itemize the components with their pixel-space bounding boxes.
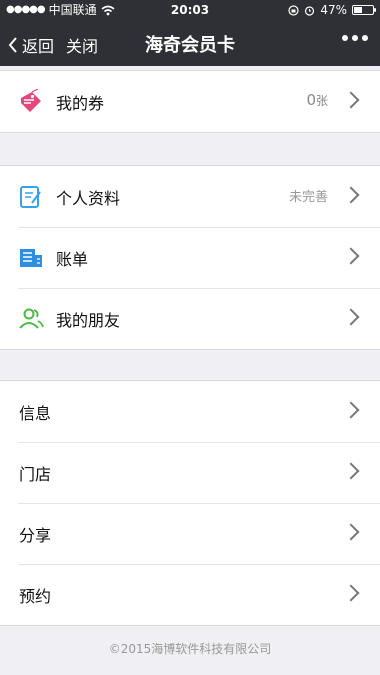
page-title: 海奇会员卡 — [145, 35, 235, 56]
list-item-label: 账单 — [56, 250, 89, 269]
list-item-friends[interactable]: 我的朋友 — [0, 288, 380, 349]
list-item-label: 我的朋友 — [56, 311, 121, 330]
list-item-booking[interactable]: 预约 — [0, 564, 380, 625]
friends-icon — [19, 308, 44, 329]
list-item-stores[interactable]: 门店 — [0, 442, 380, 503]
coupon-count: 0张 — [306, 91, 328, 109]
copyright-footer: ©2015海博软件科技有限公司 — [108, 642, 272, 656]
coupon-section: 我的券 0张 — [0, 70, 380, 133]
battery-percent: 47% — [320, 3, 347, 17]
battery-icon — [352, 5, 376, 15]
info-section: 信息 门店 分享 预约 — [0, 380, 380, 626]
list-item-info[interactable]: 信息 — [0, 381, 380, 442]
coupon-tag-icon — [21, 89, 41, 112]
chevron-right-icon — [342, 401, 360, 419]
list-item-label: 分享 — [19, 526, 52, 545]
profile-notepad-icon — [20, 186, 41, 208]
rotation-lock-icon — [288, 4, 299, 16]
list-item-coupons[interactable]: 我的券 0张 — [0, 71, 380, 132]
chevron-right-icon — [342, 584, 360, 602]
list-item-label: 信息 — [19, 404, 52, 423]
chevron-right-icon — [342, 91, 360, 109]
battery-fill — [354, 7, 362, 13]
profile-status: 未完善 — [288, 190, 328, 205]
alarm-icon — [305, 5, 315, 16]
list-item-share[interactable]: 分享 — [0, 503, 380, 564]
chevron-right-icon — [342, 186, 360, 204]
profile-section: 个人资料 未完善 账单 我的朋友 — [0, 165, 380, 350]
chevron-right-icon — [342, 247, 360, 265]
chevron-right-icon — [342, 462, 360, 480]
list-item-label: 门店 — [19, 465, 52, 484]
chevron-right-icon — [342, 523, 360, 541]
nav-bar: 返回 关闭 海奇会员卡 — [0, 20, 380, 66]
coupon-count-unit: 张 — [315, 94, 328, 108]
bill-building-icon — [20, 249, 42, 267]
list-item-bills[interactable]: 账单 — [0, 227, 380, 288]
coupon-count-value: 0 — [306, 91, 316, 109]
status-bar: ●●●●● 中国联通 20:03 47% — [0, 0, 380, 20]
more-dots-icon[interactable] — [342, 35, 368, 41]
chevron-right-icon — [342, 308, 360, 326]
list-item-label: 预约 — [19, 587, 52, 606]
list-item-label: 个人资料 — [56, 189, 121, 208]
top-bar: ●●●●● 中国联通 20:03 47% 返回 关闭 海奇会员卡 — [0, 0, 380, 66]
list-item-label: 我的券 — [56, 94, 105, 113]
list-item-profile[interactable]: 个人资料 未完善 — [0, 166, 380, 227]
